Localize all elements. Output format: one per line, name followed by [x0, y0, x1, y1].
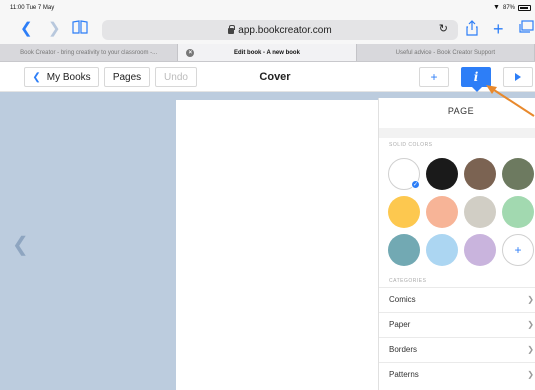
forward-icon[interactable]: ❯ — [48, 20, 61, 38]
tabs-icon[interactable] — [518, 20, 534, 39]
add-button[interactable]: + — [419, 67, 449, 87]
category-label: Comics — [389, 295, 416, 304]
solid-colors-label: SOLID COLORS — [389, 142, 433, 148]
undo-button[interactable]: Undo — [155, 67, 197, 87]
category-borders[interactable]: Borders ❯ — [379, 337, 535, 361]
category-patterns[interactable]: Patterns ❯ — [379, 362, 535, 386]
tab-title: Edit book - A new book — [234, 49, 300, 56]
check-icon: ✓ — [411, 180, 420, 189]
status-right: ▼ 87% — [493, 4, 531, 11]
my-books-label: My Books — [46, 71, 91, 83]
undo-label: Undo — [164, 71, 188, 83]
bookmarks-icon[interactable] — [72, 20, 88, 39]
reload-icon[interactable]: ↻ — [439, 22, 448, 35]
tab-book-creator[interactable]: Book Creator - bring creativity to your … — [0, 44, 179, 61]
browser-address-bar: ❮ ❯ app.bookcreator.com ↻ + — [0, 16, 535, 44]
status-bar: 11:00 Tue 7 May ▼ 87% — [0, 0, 535, 16]
my-books-button[interactable]: ❮ My Books — [24, 67, 99, 87]
pages-button[interactable]: Pages — [104, 67, 150, 87]
color-swatch[interactable] — [388, 234, 420, 266]
plus-icon: + — [430, 70, 438, 84]
battery-icon — [518, 4, 531, 11]
url-field[interactable]: app.bookcreator.com ↻ — [102, 20, 458, 40]
category-label: Borders — [389, 345, 418, 354]
status-time: 11:00 Tue 7 May — [10, 5, 55, 11]
add-color-button[interactable]: + — [502, 234, 534, 266]
color-swatch[interactable] — [464, 196, 496, 228]
back-icon[interactable]: ❮ — [20, 20, 33, 38]
pages-label: Pages — [112, 71, 142, 83]
tab-useful-advice[interactable]: Useful advice - Book Creator Support — [357, 44, 535, 61]
category-comics[interactable]: Comics ❯ — [379, 287, 535, 311]
tab-edit-book[interactable]: × Edit book - A new book — [178, 44, 357, 61]
close-tab-icon[interactable]: × — [186, 49, 195, 57]
color-swatch[interactable]: ✓ — [388, 158, 420, 190]
inspector-panel: PAGE SOLID COLORS ✓ + CATEGORIES Comics ❯… — [378, 98, 535, 390]
tab-title: Book Creator - bring creativity to your … — [20, 49, 158, 56]
tab-title: Useful advice - Book Creator Support — [395, 49, 496, 56]
category-paper[interactable]: Paper ❯ — [379, 312, 535, 336]
page-title: Cover — [259, 71, 291, 83]
share-icon[interactable] — [466, 20, 478, 41]
new-tab-icon[interactable]: + — [493, 20, 504, 38]
color-swatch[interactable] — [426, 234, 458, 266]
chevron-right-icon: ❯ — [527, 295, 534, 304]
panel-separator — [379, 128, 535, 138]
wifi-icon: ▼ — [493, 4, 500, 11]
category-label: Paper — [389, 320, 411, 329]
color-swatch[interactable] — [502, 196, 534, 228]
color-swatch[interactable] — [426, 158, 458, 190]
category-label: Patterns — [389, 370, 419, 379]
book-page[interactable] — [176, 100, 380, 390]
url-text: app.bookcreator.com — [238, 24, 332, 36]
chevron-right-icon: ❯ — [527, 370, 534, 379]
browser-tabs: Book Creator - bring creativity to your … — [0, 44, 535, 62]
info-icon: i — [473, 70, 479, 84]
chevron-left-icon: ❮ — [32, 71, 41, 83]
color-swatch[interactable] — [502, 158, 534, 190]
chevron-right-icon: ❯ — [527, 320, 534, 329]
app-toolbar: ❮ My Books Pages Undo Cover + i — [0, 62, 535, 92]
color-swatch[interactable] — [464, 158, 496, 190]
annotation-arrow-icon — [486, 85, 535, 117]
categories-label: CATEGORIES — [389, 278, 427, 284]
battery-percent: 87% — [502, 4, 515, 11]
color-swatch[interactable] — [464, 234, 496, 266]
color-swatch[interactable] — [388, 196, 420, 228]
previous-page-icon[interactable]: ❮ — [12, 232, 29, 257]
lock-icon — [228, 25, 236, 34]
color-swatch[interactable] — [426, 196, 458, 228]
chevron-right-icon: ❯ — [527, 345, 534, 354]
